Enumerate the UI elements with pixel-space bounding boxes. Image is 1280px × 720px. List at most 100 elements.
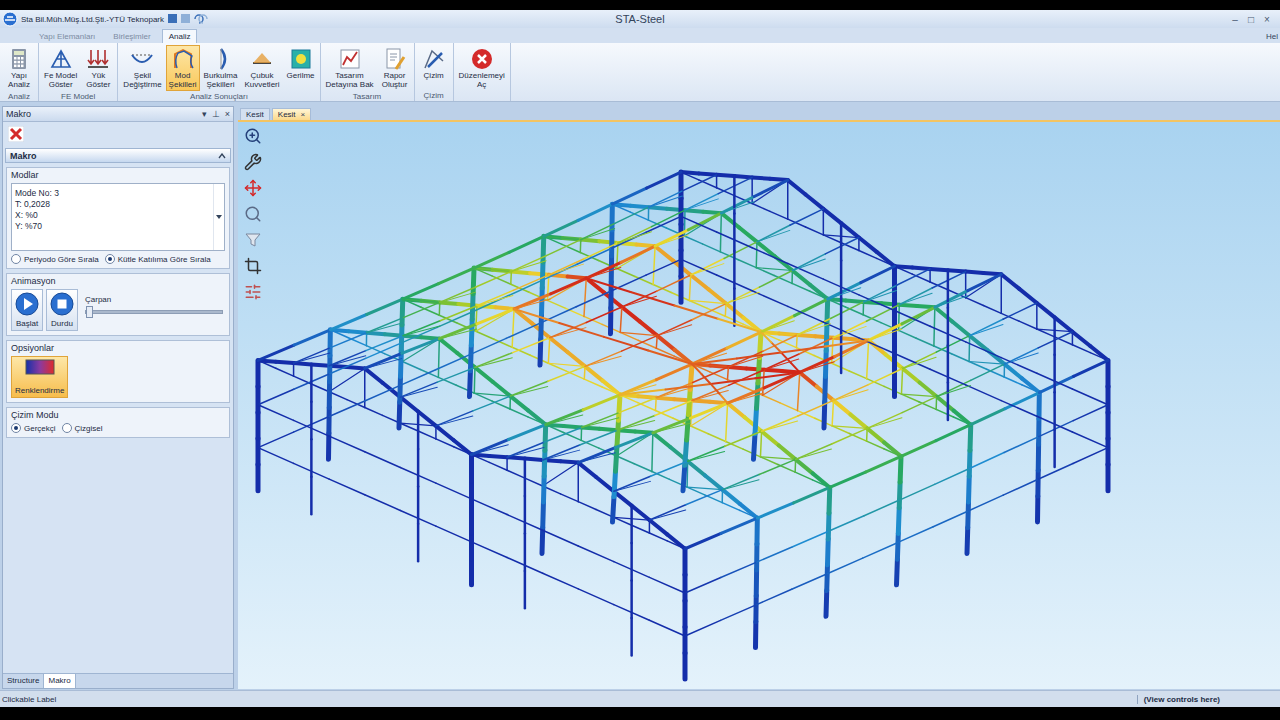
- ribbon-tab[interactable]: Birleşimler: [106, 29, 157, 43]
- frame-member: [828, 283, 861, 300]
- frame-member: [1072, 389, 1108, 405]
- panel-tab[interactable]: Structure: [3, 674, 44, 688]
- sort-radio[interactable]: Periyodo Göre Sırala: [11, 254, 99, 264]
- frame-member: [833, 390, 868, 401]
- ribbon-button[interactable]: TasarımDetayına Bak: [323, 45, 377, 91]
- multiplier-slider[interactable]: [85, 310, 223, 314]
- frame-member: [929, 269, 931, 282]
- frame-member: [899, 293, 932, 304]
- play-button[interactable]: Başlat: [11, 289, 43, 331]
- frame-member: [511, 256, 546, 272]
- frame-member: [733, 251, 736, 288]
- mode-list[interactable]: Mode No: 3T: 0,2028X: %0Y: %70: [11, 183, 225, 251]
- frame-member: [472, 542, 508, 558]
- frame-member: [530, 273, 549, 275]
- app-logo-icon[interactable]: [2, 11, 18, 27]
- ribbon-tab[interactable]: Analiz: [162, 29, 198, 43]
- frame-member: [756, 589, 792, 605]
- frame-member: [585, 351, 621, 366]
- frame-member: [841, 223, 859, 237]
- ribbon-button[interactable]: Gerilme: [284, 45, 318, 82]
- frame-member: [513, 275, 549, 291]
- frame-member: [630, 543, 633, 580]
- zoom-window-button[interactable]: [242, 204, 264, 224]
- window-control-button[interactable]: –: [1230, 14, 1240, 25]
- frame-member: [792, 574, 828, 590]
- ribbon-button[interactable]: BurkulmaŞekilleri: [201, 45, 241, 91]
- frame-member: [866, 456, 901, 472]
- help-tab[interactable]: Hel: [1264, 30, 1280, 43]
- frame-member: [584, 379, 602, 387]
- window-control-button[interactable]: ×: [1262, 14, 1272, 25]
- frame-member: [685, 194, 718, 210]
- status-right-label[interactable]: (View controls here): [1137, 695, 1280, 704]
- panel-tab[interactable]: Makro: [44, 674, 75, 688]
- frame-member: [897, 269, 931, 285]
- dropdown-arrow-icon[interactable]: [216, 215, 222, 219]
- section-header[interactable]: Makro: [5, 148, 231, 163]
- frame-member: [780, 403, 797, 411]
- frame-member: [549, 264, 584, 275]
- stop-button[interactable]: Durdu: [46, 289, 78, 331]
- frame-member: [707, 308, 725, 316]
- slider-thumb[interactable]: [86, 306, 93, 318]
- frame-member: [965, 272, 967, 298]
- ribbon-button[interactable]: RaporOluştur: [378, 45, 412, 91]
- frame-member: [614, 481, 651, 491]
- frame-member: [656, 398, 674, 399]
- panel-header-button[interactable]: ×: [225, 109, 230, 119]
- ribbon-button[interactable]: ŞekilDeğiştirme: [120, 45, 164, 91]
- tools-button[interactable]: [242, 152, 264, 172]
- frame-member: [833, 321, 866, 337]
- frame-member: [796, 335, 798, 348]
- frame-member: [903, 368, 920, 382]
- frame-member: [548, 366, 585, 381]
- pan-button[interactable]: [242, 178, 264, 198]
- ribbon-button[interactable]: Çizim: [417, 45, 451, 82]
- frame-member: [653, 433, 670, 447]
- frame-member: [867, 441, 884, 449]
- steel-frame-model[interactable]: [238, 122, 1280, 689]
- frame-member: [584, 243, 618, 259]
- panel-header-button[interactable]: ⊥: [212, 109, 220, 119]
- sort-radio[interactable]: Kütle Katılıma Göre Sırala: [105, 254, 211, 264]
- tab-close-button[interactable]: ×: [301, 110, 306, 119]
- draw-mode-radio[interactable]: Gerçekçi: [11, 423, 56, 433]
- frame-member: [738, 260, 756, 268]
- section-slider-button[interactable]: [242, 282, 264, 302]
- frame-member: [330, 314, 366, 329]
- ribbon-button[interactable]: YapıAnaliz: [2, 45, 36, 91]
- ribbon-button[interactable]: ModŞekilleri: [166, 45, 200, 91]
- quick-access-icon[interactable]: [167, 13, 211, 25]
- zoom-button[interactable]: [242, 126, 264, 146]
- ribbon-button[interactable]: ÇubukKuvvetleri: [241, 45, 282, 91]
- document-tab[interactable]: Kesit×: [272, 108, 311, 120]
- frame-member: [599, 241, 618, 243]
- coloring-button[interactable]: Renklendirme: [11, 356, 68, 398]
- frame-member: [754, 544, 759, 570]
- frame-member: [612, 188, 646, 204]
- crop-button[interactable]: [242, 256, 264, 276]
- frame-member: [800, 362, 835, 373]
- frame-member: [580, 430, 618, 445]
- frame-member: [968, 425, 974, 451]
- ribbon-tab[interactable]: Yapı Elemanları: [32, 29, 102, 43]
- window-control-button[interactable]: □: [1246, 14, 1256, 25]
- frame-member: [617, 246, 655, 268]
- frame-member: [896, 508, 902, 534]
- ribbon-button[interactable]: Fe ModelGöster: [41, 45, 80, 91]
- status-left-label[interactable]: Clickable Label: [0, 695, 1137, 704]
- frame-member: [754, 180, 788, 196]
- 3d-viewport[interactable]: [238, 120, 1280, 689]
- document-tab[interactable]: Kesit: [240, 108, 270, 120]
- draw-mode-radio[interactable]: Çizgisel: [62, 423, 103, 433]
- frame-member: [868, 368, 902, 384]
- frame-member: [546, 415, 583, 425]
- frame-member: [721, 490, 723, 503]
- frame-member: [1022, 385, 1040, 393]
- close-macro-button[interactable]: [7, 125, 25, 143]
- filter-button[interactable]: [242, 230, 264, 250]
- ribbon-button[interactable]: YükGöster: [81, 45, 115, 91]
- panel-header-button[interactable]: ▾: [202, 109, 207, 119]
- ribbon-button[interactable]: DüzenlemeyiAç: [456, 45, 508, 91]
